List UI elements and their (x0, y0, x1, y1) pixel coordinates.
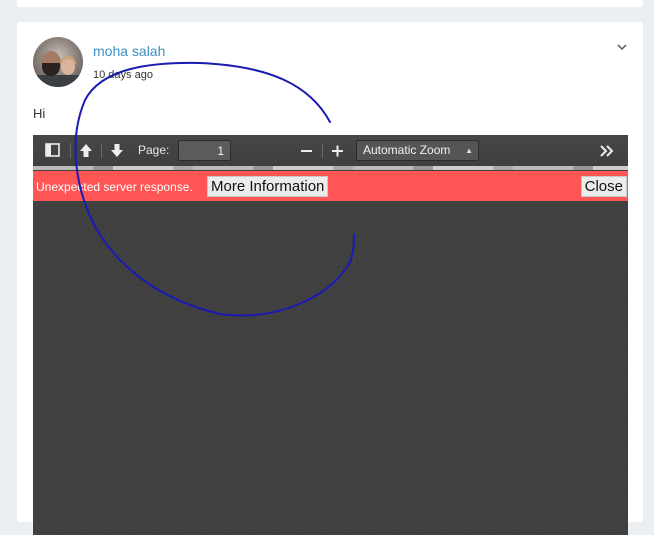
previous-page-icon[interactable] (76, 141, 96, 160)
zoom-select[interactable]: Automatic Zoom ▲ (356, 140, 479, 161)
post-timestamp: 10 days ago (93, 69, 153, 81)
page-number-input[interactable] (178, 140, 231, 161)
sidebar-toggle-icon[interactable] (43, 141, 63, 160)
loading-bar (33, 166, 628, 170)
chevron-down-icon[interactable] (615, 40, 629, 54)
next-page-icon[interactable] (107, 141, 127, 160)
pdf-viewer: Page: Automatic Zoom ▲ Unexpected server… (33, 135, 628, 535)
zoom-in-icon[interactable] (328, 141, 348, 160)
zoom-out-icon[interactable] (297, 141, 317, 160)
error-message: Unexpected server response. (36, 180, 193, 194)
post-card: moha salah 10 days ago Hi Page: 1 Automa… (17, 22, 643, 535)
close-button[interactable]: Close (580, 176, 627, 197)
previous-post-card (17, 0, 643, 7)
zoom-select-value: Automatic Zoom (363, 143, 451, 157)
more-information-button[interactable]: More Information (207, 176, 329, 197)
page-label: Page: (138, 143, 170, 157)
post-message: Hi (33, 106, 46, 121)
tools-icon[interactable] (597, 141, 617, 160)
author-link[interactable]: moha salah (93, 43, 165, 59)
avatar[interactable] (33, 37, 83, 87)
select-arrows-icon: ▲ (465, 146, 473, 155)
pdf-viewer-content[interactable] (33, 201, 628, 535)
pdf-toolbar: Page: Automatic Zoom ▲ (33, 135, 628, 167)
error-bar: Unexpected server response. More Informa… (33, 171, 628, 201)
